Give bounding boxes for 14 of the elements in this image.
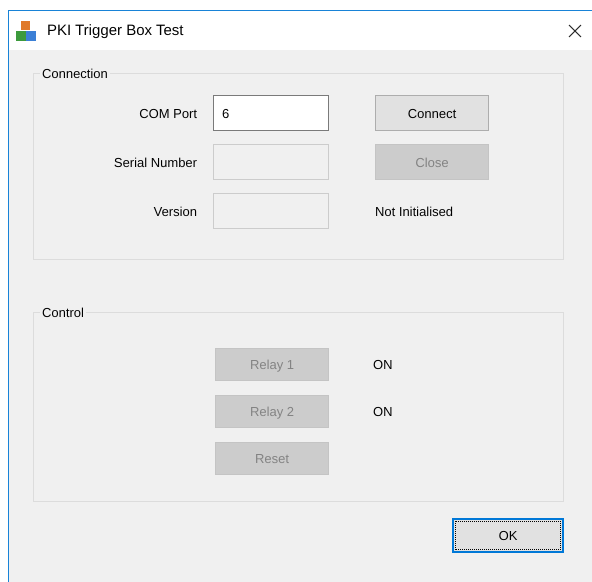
group-title: Connection xyxy=(41,66,109,81)
action-button[interactable]: Connect xyxy=(375,95,489,131)
field-label: Serial Number xyxy=(112,154,197,170)
close-icon[interactable] xyxy=(568,24,582,38)
group-title: Control xyxy=(41,305,85,320)
field-label: Version xyxy=(152,204,197,218)
state-text: ON xyxy=(373,357,394,372)
status-text: Not Initialised xyxy=(375,204,454,218)
input-field[interactable]: 6 xyxy=(213,95,329,131)
blocks-icon xyxy=(15,20,37,42)
state-text: ON xyxy=(373,404,394,419)
ok-button[interactable]: OK xyxy=(452,518,564,553)
field-label: COM Port xyxy=(138,106,197,120)
window-title: PKI Trigger Box Test xyxy=(47,22,184,39)
